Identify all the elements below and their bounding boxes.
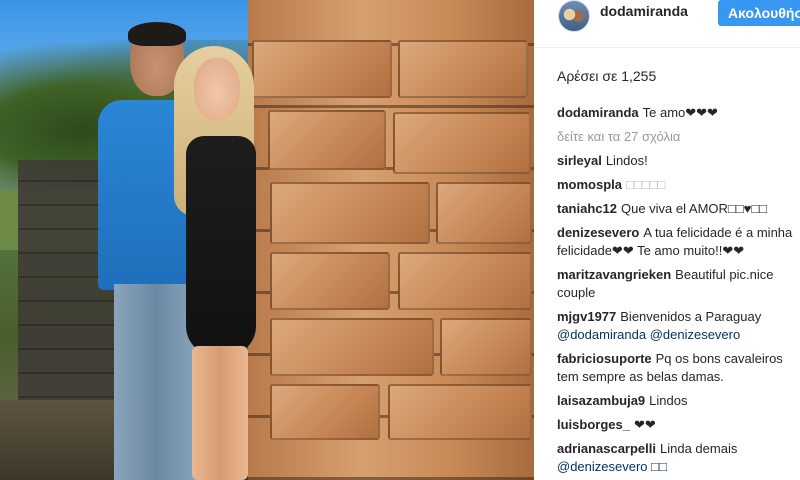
comment-username[interactable]: momospla [557, 177, 622, 192]
comment-username[interactable]: sirleyal [557, 153, 602, 168]
comment-item: luisborges_ ❤❤ [557, 416, 800, 434]
comment-mentions[interactable]: @denizesevero □□ [557, 459, 667, 474]
comment-username[interactable]: taniahc12 [557, 201, 617, 216]
comment-text: □□□□□ [626, 177, 666, 192]
comment-item: adrianascarpelli Linda demais @denizeseve… [557, 440, 800, 476]
caption-username[interactable]: dodamiranda [557, 105, 639, 120]
comment-username[interactable]: maritzavangrieken [557, 267, 671, 282]
comment-text: ❤❤ [633, 417, 656, 432]
comment-username[interactable]: luisborges_ [557, 417, 630, 432]
comment-item: fabriciosuporte Pq os bons cavaleiros tem… [557, 350, 800, 386]
comment-text: Lindos [649, 393, 688, 408]
follow-button[interactable]: Ακολουθήστε [718, 0, 800, 26]
post-photo[interactable] [0, 0, 534, 480]
caption-text: Te amo❤❤❤ [642, 105, 718, 120]
comment-text: Linda demais [660, 441, 738, 456]
comment-mentions[interactable]: @dodamiranda @denizesevero [557, 327, 740, 342]
comment-username[interactable]: fabriciosuporte [557, 351, 652, 366]
comment-item: laisazambuja9 Lindos [557, 392, 800, 410]
comment-username[interactable]: denizesevero [557, 225, 639, 240]
photo-woman [168, 46, 268, 480]
comments-list: dodamiranda Te amo❤❤❤ δείτε και τα 27 σχό… [557, 104, 800, 480]
comment-item: maritzavangrieken Beautiful pic.nice coup… [557, 266, 800, 302]
post-side-panel: dodamiranda Ακολουθήστε Αρέσει σε 1,255 … [534, 0, 800, 480]
view-all-comments-link[interactable]: δείτε και τα 27 σχόλια [557, 128, 800, 146]
comment-username[interactable]: mjgv1977 [557, 309, 616, 324]
author-avatar[interactable] [558, 0, 590, 32]
caption: dodamiranda Te amo❤❤❤ [557, 104, 800, 122]
comment-username[interactable]: adrianascarpelli [557, 441, 656, 456]
comment-text: Lindos! [605, 153, 648, 168]
comment-item: momospla □□□□□ [557, 176, 800, 194]
likes-count[interactable]: Αρέσει σε 1,255 [557, 68, 656, 84]
photo-stone-wall [248, 0, 534, 480]
comment-item: mjgv1977 Bienvenidos a Paraguay @dodamira… [557, 308, 800, 344]
post-header: dodamiranda Ακολουθήστε [534, 0, 800, 48]
author-username[interactable]: dodamiranda [600, 3, 688, 19]
comment-item: sirleyal Lindos! [557, 152, 800, 170]
comment-item: taniahc12 Que viva el AMOR□□♥□□ [557, 200, 800, 218]
comment-username[interactable]: laisazambuja9 [557, 393, 645, 408]
comment-text: Que viva el AMOR□□♥□□ [620, 201, 768, 216]
comment-item: denizesevero A tua felicidade é a minha f… [557, 224, 800, 260]
comment-text: Bienvenidos a Paraguay [620, 309, 762, 324]
